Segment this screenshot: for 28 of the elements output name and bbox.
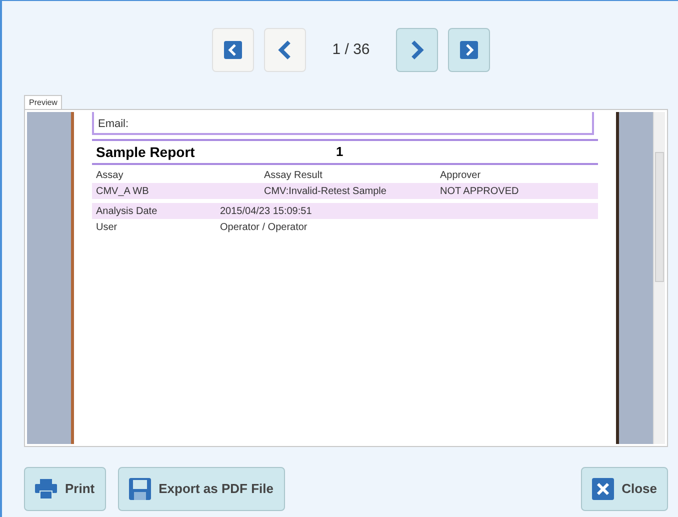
detail-label: User: [96, 220, 118, 234]
close-button[interactable]: Close: [580, 467, 668, 511]
chevron-right-icon: [410, 40, 424, 60]
page-indicator: 1 / 36: [332, 40, 370, 60]
last-page-button[interactable]: [448, 28, 490, 72]
chevron-left-icon: [278, 40, 292, 60]
printer-icon: [35, 479, 57, 499]
column-header: Assay Result: [264, 168, 324, 182]
column-header: Approver: [440, 168, 482, 182]
next-page-button[interactable]: [396, 28, 438, 72]
column-header: Assay: [96, 168, 124, 182]
scrollbar-thumb[interactable]: [655, 152, 664, 282]
export-button[interactable]: Export as PDF File: [118, 467, 284, 511]
detail-value: 2015/04/23 15:09:51: [220, 204, 312, 218]
print-button[interactable]: Print: [24, 467, 106, 511]
detail-value: Operator / Operator: [220, 220, 308, 234]
close-icon: [592, 478, 614, 500]
report-number: 1: [336, 143, 344, 162]
table-cell-text: NOT APPROVED: [440, 184, 520, 198]
report-title: Sample Report: [96, 142, 196, 162]
preview-tab[interactable]: Preview: [24, 95, 62, 109]
scrollbar[interactable]: [653, 112, 665, 444]
table-cell-text: CMV_A WB: [96, 184, 150, 198]
skip-forward-icon: [460, 41, 478, 59]
skip-back-icon: [224, 41, 242, 59]
detail-label: Analysis Date: [96, 204, 158, 218]
field-label: Email:: [98, 118, 130, 131]
table-cell-text: CMV:Invalid-Retest Sample: [264, 184, 388, 198]
